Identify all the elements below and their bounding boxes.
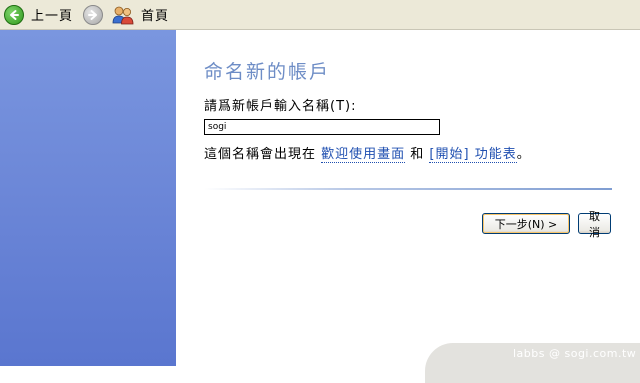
start-menu-link[interactable]: [開始] 功能表 xyxy=(429,147,517,163)
back-label: 上一頁 xyxy=(31,9,74,24)
left-sidebar-pane xyxy=(0,30,176,366)
welcome-screen-link[interactable]: 歡迎使用畫面 xyxy=(321,147,406,163)
name-info-text: 這個名稱會出現在 歡迎使用畫面 和 [開始] 功能表。 xyxy=(204,143,531,163)
account-name-input[interactable] xyxy=(204,119,440,135)
info-prefix: 這個名稱會出現在 xyxy=(204,147,322,162)
cancel-button[interactable]: 取消 xyxy=(578,210,611,239)
forward-arrow-icon xyxy=(83,4,104,25)
users-home-icon xyxy=(112,5,134,25)
next-button[interactable]: 下一步(N) > xyxy=(482,213,570,234)
page-title: 命名新的帳戶 xyxy=(204,61,331,83)
name-prompt-label: 請爲新帳戶輸入名稱(T): xyxy=(204,99,357,114)
info-mid: 和 xyxy=(405,147,430,162)
forward-button[interactable] xyxy=(73,3,104,27)
info-suffix: 。 xyxy=(516,147,531,162)
back-button[interactable]: 上一頁 xyxy=(0,3,73,27)
home-label: 首頁 xyxy=(141,9,170,24)
watermark-text: labbs @ sogi.com.tw xyxy=(513,347,637,360)
account-name-panel: 命名新的帳戶 請爲新帳戶輸入名稱(T): 這個名稱會出現在 歡迎使用畫面 和 [… xyxy=(176,30,640,366)
home-button[interactable]: 首頁 xyxy=(103,3,169,27)
back-arrow-icon xyxy=(4,4,24,25)
navigation-toolbar: 上一頁 首頁 xyxy=(0,0,640,30)
divider xyxy=(204,188,612,190)
